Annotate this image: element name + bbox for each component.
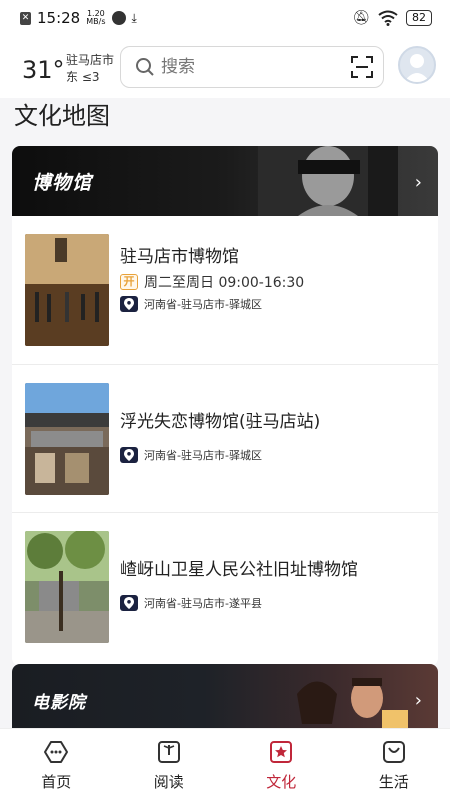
museum-name: 浮光失恋博物馆(驻马店站): [120, 412, 321, 432]
museum-banner[interactable]: 博物馆 ›: [12, 146, 438, 216]
mute-icon: 🔕︎: [352, 10, 370, 26]
scan-icon[interactable]: [351, 56, 373, 78]
location-pin-icon: [120, 447, 138, 463]
nav-label: 生活: [378, 773, 409, 791]
museum-name: 驻马店市博物馆: [120, 247, 239, 267]
nav-label: 首页: [41, 773, 72, 791]
city-name: 驻马店市: [66, 53, 115, 67]
nav-life[interactable]: 生活: [338, 729, 450, 800]
hours-text: 周二至周日 09:00-16:30: [144, 275, 305, 291]
statue-illustration: [258, 146, 398, 216]
address-text: 河南省-驻马店市-遂平县: [144, 597, 262, 610]
search-input[interactable]: [161, 57, 311, 77]
life-icon: [382, 741, 405, 763]
book-icon: [157, 741, 180, 763]
nav-home[interactable]: 首页: [0, 729, 113, 800]
address-row: 河南省-驻马店市-驿城区: [120, 296, 262, 312]
cinema-illustration: [297, 678, 408, 734]
location-pin-icon: [120, 296, 138, 312]
museum-photo: [25, 383, 109, 495]
culture-icon: [270, 741, 293, 763]
search-icon: [136, 58, 154, 76]
search-bar[interactable]: [120, 46, 384, 88]
download-icon: ⤓: [131, 10, 137, 25]
weather-location[interactable]: 驻马店市 东 ≤3: [66, 52, 114, 86]
wind-info: 东 ≤3: [66, 70, 100, 84]
network-speed: 1.20 MB/s: [86, 9, 106, 26]
home-icon: [44, 741, 69, 763]
nav-culture[interactable]: 文化: [225, 729, 338, 800]
museum-photo: [25, 531, 109, 643]
museum-name: 嵖岈山卫星人民公社旧址博物馆: [120, 560, 358, 580]
notification-x-icon: ✕: [20, 11, 31, 25]
address-text: 河南省-驻马店市-驿城区: [144, 449, 262, 462]
list-item[interactable]: 驻马店市博物馆 开 周二至周日 09:00-16:30 河南省-驻马店市-驿城区: [12, 216, 438, 364]
open-badge: 开: [120, 274, 138, 290]
address-text: 河南省-驻马店市-驿城区: [144, 298, 262, 311]
location-pin-icon: [120, 595, 138, 611]
opening-hours: 开 周二至周日 09:00-16:30: [120, 272, 304, 292]
bottom-nav: 首页 阅读 文化 生活: [0, 728, 450, 800]
temperature: 31°: [22, 56, 65, 84]
cinema-banner-title: 电影院: [32, 693, 86, 713]
chevron-right-icon: ›: [414, 172, 422, 193]
nav-label: 阅读: [153, 773, 184, 791]
wifi-icon: [378, 10, 398, 26]
address-row: 河南省-驻马店市-遂平县: [120, 595, 262, 611]
museum-photo: [25, 234, 109, 346]
page-title: 文化地图: [14, 102, 110, 130]
chevron-right-icon: ›: [414, 690, 422, 711]
status-time: 15:28: [37, 9, 81, 27]
museum-banner-title: 博物馆: [32, 171, 93, 194]
address-row: 河南省-驻马店市-驿城区: [120, 447, 262, 463]
status-bar: ✕ 15:28 1.20 MB/s ⤓ 🔕︎ 82: [0, 0, 450, 36]
avatar[interactable]: [398, 46, 436, 84]
list-item[interactable]: 浮光失恋博物馆(驻马店站) 河南省-驻马店市-驿城区: [12, 364, 438, 512]
museum-card: 博物馆 › 驻马店市博物馆 开 周二至周日 09:00-16:30 河南省-驻马…: [12, 146, 438, 666]
user-icon: [404, 54, 430, 82]
nav-reading[interactable]: 阅读: [113, 729, 226, 800]
list-item[interactable]: 嵖岈山卫星人民公社旧址博物馆 河南省-驻马店市-遂平县: [12, 512, 438, 660]
battery-indicator: 82: [406, 10, 432, 26]
top-header: 31° 驻马店市 东 ≤3: [0, 36, 450, 98]
cinema-banner[interactable]: 电影院 ›: [12, 664, 438, 734]
app-notification-icon: [111, 11, 126, 25]
nav-label: 文化: [266, 773, 297, 791]
